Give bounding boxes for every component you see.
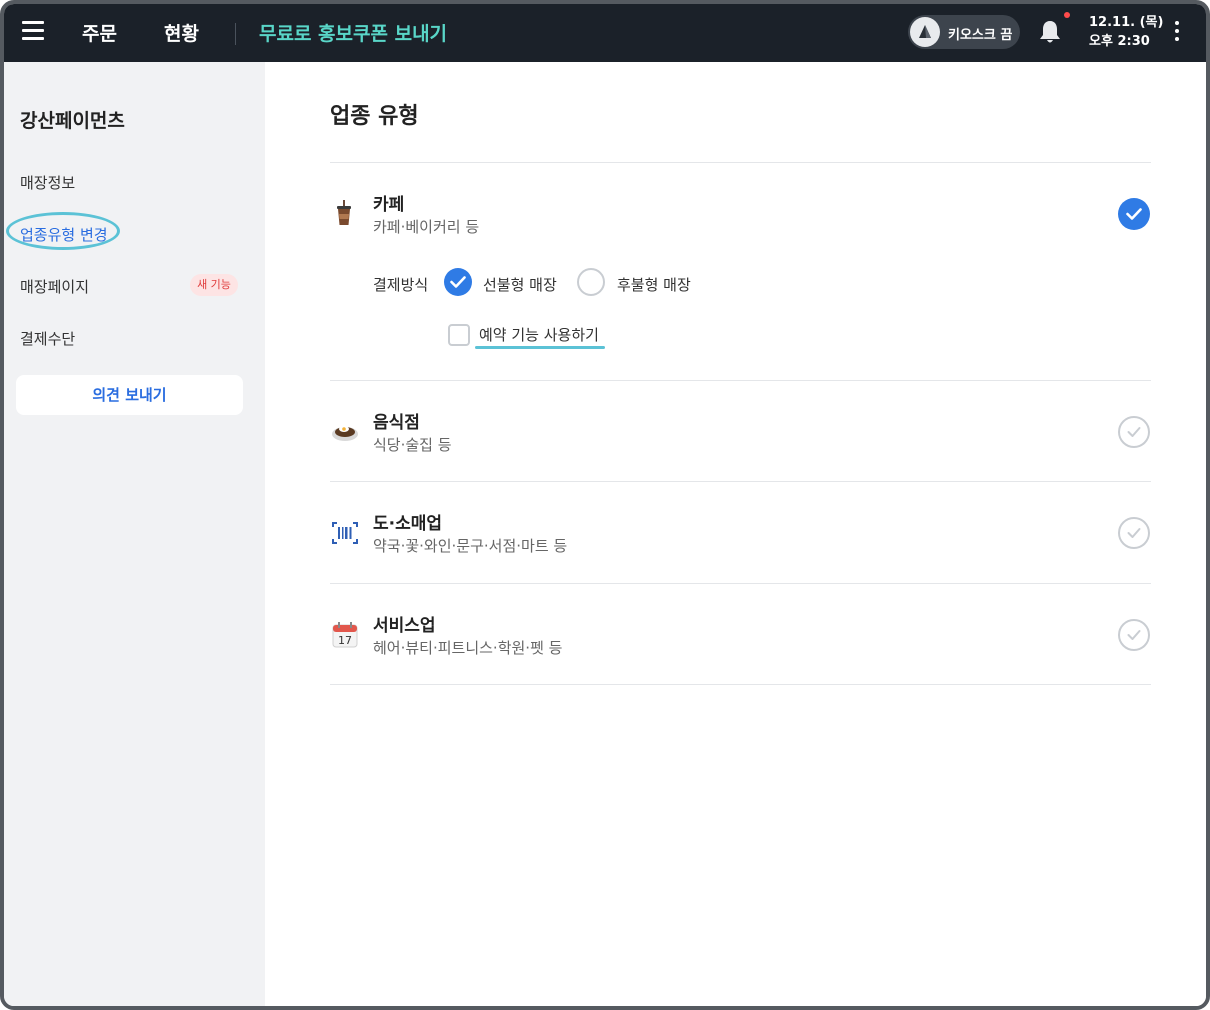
kebab-icon[interactable]	[1172, 21, 1182, 43]
main-content: 업종 유형 카페 카페·베이커리 등 결제방식 선불형 매장 후불형 매장 예약…	[265, 62, 1206, 1006]
prepaid-label[interactable]: 선불형 매장	[483, 274, 557, 295]
sidebar-item-payment-method[interactable]: 결제수단	[20, 328, 75, 349]
calendar-icon: 17	[332, 622, 358, 648]
date-text: 12.11. (목)	[1089, 15, 1164, 30]
divider	[330, 684, 1151, 685]
prepaid-radio[interactable]	[444, 268, 472, 296]
divider	[330, 162, 1151, 163]
food-plate-icon	[332, 426, 358, 441]
datetime: 12.11. (목) 오후 2:30	[1089, 13, 1163, 51]
feedback-button[interactable]: 의견 보내기	[16, 375, 243, 415]
divider	[330, 583, 1151, 584]
hamburger-icon[interactable]	[22, 21, 44, 41]
nav-status[interactable]: 현황	[164, 19, 199, 46]
sidebar-item-store-page[interactable]: 매장페이지	[20, 276, 89, 297]
nav-order[interactable]: 주문	[82, 19, 117, 46]
reservation-label[interactable]: 예약 기능 사용하기	[479, 324, 599, 345]
reservation-checkbox[interactable]	[448, 324, 470, 346]
select-cafe-check[interactable]	[1118, 198, 1150, 230]
biz-title-service: 서비스업	[373, 616, 436, 636]
nav-divider	[235, 23, 236, 45]
iced-coffee-icon	[337, 200, 351, 225]
new-feature-badge: 새 기능	[190, 274, 238, 296]
kiosk-icon	[919, 25, 931, 38]
reservation-highlight-underline	[475, 346, 605, 349]
biz-desc-restaurant: 식당·술집 등	[373, 436, 452, 454]
page-title: 업종 유형	[330, 104, 419, 129]
calendar-icon-number: 17	[338, 634, 352, 647]
top-bar: 주문 현황 무료로 홍보쿠폰 보내기 키오스크 끔 12.11. (목) 오후 …	[4, 4, 1206, 62]
select-restaurant-check[interactable]	[1118, 416, 1150, 448]
barcode-scanner-icon	[332, 522, 358, 544]
store-name: 강산페이먼츠	[20, 110, 125, 132]
select-retail-check[interactable]	[1118, 517, 1150, 549]
sidebar-item-store-info[interactable]: 매장정보	[20, 172, 75, 193]
sidebar-item-business-type[interactable]: 업종유형 변경	[20, 224, 108, 245]
postpaid-radio[interactable]	[577, 268, 605, 296]
payment-method-label: 결제방식	[373, 276, 429, 294]
divider	[330, 481, 1151, 482]
biz-desc-retail: 약국·꽃·와인·문구·서점·마트 등	[373, 537, 568, 555]
biz-desc-service: 헤어·뷰티·피트니스·학원·펫 등	[373, 639, 563, 657]
kiosk-toggle-knob	[910, 17, 940, 47]
biz-title-cafe: 카페	[373, 195, 405, 215]
kiosk-toggle[interactable]: 키오스크 끔	[908, 15, 1020, 49]
kiosk-toggle-label: 키오스크 끔	[948, 28, 1013, 43]
postpaid-label[interactable]: 후불형 매장	[617, 274, 691, 295]
time-text: 오후 2:30	[1089, 34, 1150, 49]
app-window: 주문 현황 무료로 홍보쿠폰 보내기 키오스크 끔 12.11. (목) 오후 …	[0, 0, 1210, 1010]
divider	[330, 380, 1151, 381]
biz-title-restaurant: 음식점	[373, 413, 420, 433]
promo-coupon-link[interactable]: 무료로 홍보쿠폰 보내기	[259, 19, 447, 46]
notification-dot	[1064, 12, 1070, 18]
sidebar: 강산페이먼츠 매장정보 업종유형 변경 매장페이지 새 기능 결제수단 의견 보…	[4, 62, 265, 1006]
biz-title-retail: 도·소매업	[373, 514, 443, 534]
bell-icon[interactable]	[1038, 19, 1062, 45]
biz-desc-cafe: 카페·베이커리 등	[373, 218, 480, 236]
select-service-check[interactable]	[1118, 619, 1150, 651]
